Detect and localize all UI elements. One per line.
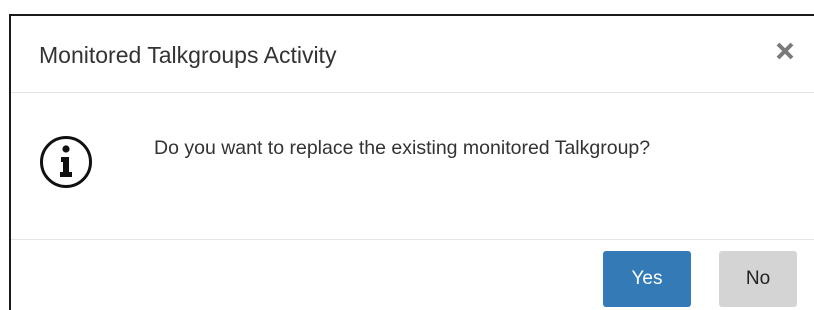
close-button[interactable] bbox=[770, 36, 800, 66]
dialog-message: Do you want to replace the existing moni… bbox=[154, 137, 651, 159]
yes-button[interactable]: Yes bbox=[603, 251, 691, 307]
info-circle-icon bbox=[39, 135, 93, 189]
close-icon bbox=[770, 36, 800, 66]
dialog-footer: Yes No bbox=[11, 239, 814, 310]
dialog-body: Do you want to replace the existing moni… bbox=[11, 93, 814, 239]
no-button[interactable]: No bbox=[719, 251, 797, 307]
confirm-dialog: Monitored Talkgroups Activity Do you wan… bbox=[9, 14, 814, 310]
dialog-header: Monitored Talkgroups Activity bbox=[11, 16, 814, 93]
dialog-title: Monitored Talkgroups Activity bbox=[39, 42, 337, 68]
